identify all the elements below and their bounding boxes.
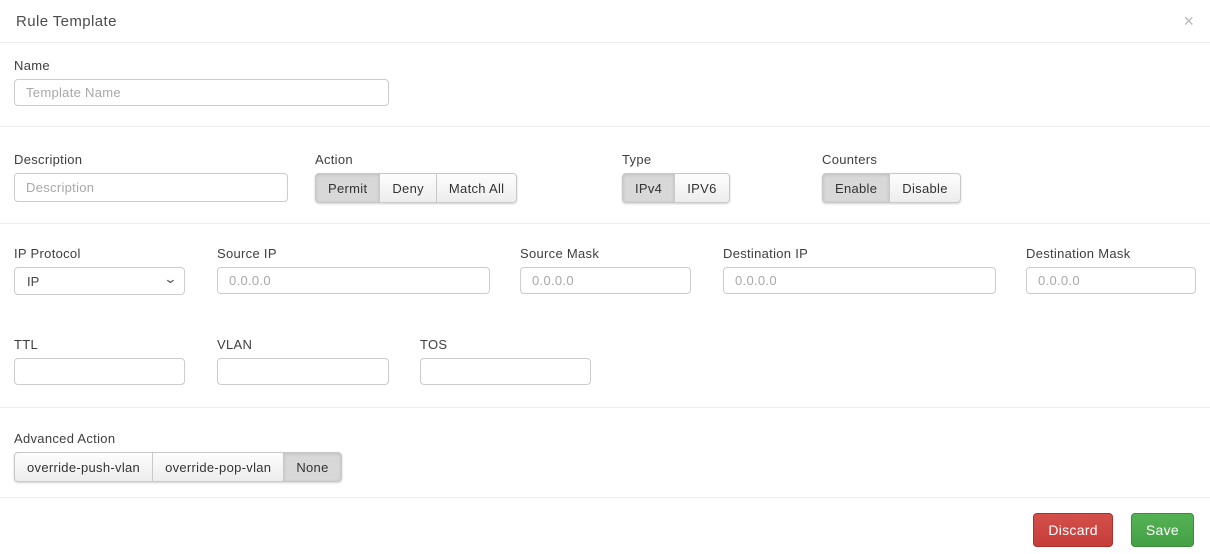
description-label: Description xyxy=(14,152,315,167)
dialog-footer: Discard Save xyxy=(0,498,1210,554)
tos-label: TOS xyxy=(420,337,623,352)
ip-section: IP Protocol IP ⌄ Source IP Source Mask D… xyxy=(0,224,1210,408)
name-label: Name xyxy=(14,58,1196,73)
counters-disable-button[interactable]: Disable xyxy=(889,173,960,203)
type-field: Type IPv4 IPV6 xyxy=(622,152,822,203)
ip-protocol-select[interactable]: IP xyxy=(14,267,185,295)
description-section: Description Action Permit Deny Match All… xyxy=(0,127,1210,224)
tos-input[interactable] xyxy=(420,358,591,385)
counters-field: Counters Enable Disable xyxy=(822,152,961,203)
close-icon[interactable]: × xyxy=(1183,12,1194,30)
override-pop-vlan-button[interactable]: override-pop-vlan xyxy=(152,452,284,482)
action-field: Action Permit Deny Match All xyxy=(315,152,622,203)
counters-button-group: Enable Disable xyxy=(822,173,961,203)
source-mask-label: Source Mask xyxy=(520,246,723,261)
ttl-field: TTL xyxy=(14,337,217,385)
vlan-field: VLAN xyxy=(217,337,420,385)
advanced-action-label: Advanced Action xyxy=(14,431,1196,446)
type-ipv6-button[interactable]: IPV6 xyxy=(674,173,729,203)
destination-ip-field: Destination IP xyxy=(723,246,1026,294)
action-button-group: Permit Deny Match All xyxy=(315,173,517,203)
advanced-action-button-group: override-push-vlan override-pop-vlan Non… xyxy=(14,452,342,482)
vlan-label: VLAN xyxy=(217,337,420,352)
source-ip-input[interactable] xyxy=(217,267,490,294)
tos-field: TOS xyxy=(420,337,623,385)
source-mask-input[interactable] xyxy=(520,267,691,294)
destination-mask-field: Destination Mask xyxy=(1026,246,1196,294)
dialog-title: Rule Template xyxy=(16,13,117,30)
type-ipv4-button[interactable]: IPv4 xyxy=(622,173,675,203)
action-deny-button[interactable]: Deny xyxy=(379,173,437,203)
ip-address-row: IP Protocol IP ⌄ Source IP Source Mask D… xyxy=(14,246,1196,295)
destination-ip-label: Destination IP xyxy=(723,246,1026,261)
ttl-label: TTL xyxy=(14,337,217,352)
save-button[interactable]: Save xyxy=(1131,513,1194,547)
vlan-input[interactable] xyxy=(217,358,389,385)
dialog-header: Rule Template × xyxy=(0,0,1210,43)
destination-ip-input[interactable] xyxy=(723,267,996,294)
action-match-all-button[interactable]: Match All xyxy=(436,173,517,203)
destination-mask-input[interactable] xyxy=(1026,267,1196,294)
advanced-action-section: Advanced Action override-push-vlan overr… xyxy=(0,408,1210,498)
counters-enable-button[interactable]: Enable xyxy=(822,173,890,203)
override-push-vlan-button[interactable]: override-push-vlan xyxy=(14,452,153,482)
description-input[interactable] xyxy=(14,173,288,202)
action-label: Action xyxy=(315,152,622,167)
ip-protocol-label: IP Protocol xyxy=(14,246,217,261)
ip-protocol-field: IP Protocol IP ⌄ xyxy=(14,246,217,295)
type-label: Type xyxy=(622,152,822,167)
ttl-row: TTL VLAN TOS xyxy=(14,337,1196,385)
source-ip-field: Source IP xyxy=(217,246,520,294)
source-mask-field: Source Mask xyxy=(520,246,723,294)
counters-label: Counters xyxy=(822,152,961,167)
ttl-input[interactable] xyxy=(14,358,185,385)
type-button-group: IPv4 IPV6 xyxy=(622,173,730,203)
description-field: Description xyxy=(14,152,315,202)
destination-mask-label: Destination Mask xyxy=(1026,246,1196,261)
advanced-action-none-button[interactable]: None xyxy=(283,452,341,482)
name-section: Name xyxy=(0,43,1210,127)
discard-button[interactable]: Discard xyxy=(1033,513,1113,547)
name-input[interactable] xyxy=(14,79,389,106)
action-permit-button[interactable]: Permit xyxy=(315,173,380,203)
rule-template-dialog: Rule Template × Name Description Action … xyxy=(0,0,1210,554)
source-ip-label: Source IP xyxy=(217,246,520,261)
